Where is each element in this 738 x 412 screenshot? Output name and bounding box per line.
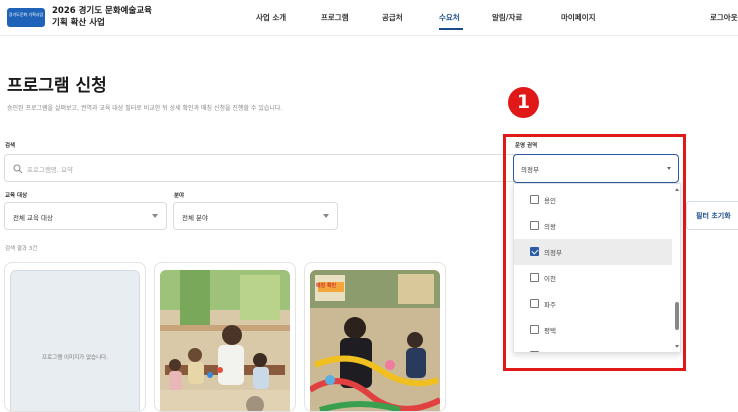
option-label: 용인 <box>544 197 556 205</box>
region-select-value: 의정부 <box>521 166 539 174</box>
result-count: 검색 결과 3건 <box>5 246 38 252</box>
option-label: 의왕 <box>544 223 556 231</box>
option-label: 이천 <box>544 275 556 283</box>
region-option-uiwang[interactable]: 의왕 <box>514 213 672 239</box>
region-dropdown[interactable]: 용인 의왕 의정부 이천 파주 평택 포천 <box>513 183 681 353</box>
top-header: 경기도문화 기획사업 2026 경기도 문화예술교육 기획 확산 사업 사업 소… <box>0 0 738 36</box>
region-option-paju[interactable]: 파주 <box>514 291 672 317</box>
checkbox[interactable] <box>530 325 539 334</box>
checkbox[interactable] <box>530 273 539 282</box>
program-card[interactable]: 프로그램 이미지가 없습니다. <box>4 262 146 412</box>
field-label: 분야 <box>174 193 185 199</box>
field-select-value: 전체 분야 <box>182 214 208 222</box>
scroll-down-arrow-icon[interactable] <box>675 345 679 348</box>
brand-title[interactable]: 2026 경기도 문화예술교육 기획 확산 사업 <box>52 5 152 29</box>
region-label: 운영 권역 <box>515 143 538 149</box>
nav-news[interactable]: 알림/자료 <box>492 12 522 23</box>
target-select-value: 전체 교육 대상 <box>13 214 54 222</box>
option-label: 의정부 <box>544 249 562 257</box>
reset-filters-button[interactable]: 필터 초기화 <box>686 201 738 230</box>
page-subtitle: 승인된 프로그램을 살펴보고, 권역과 교육 대상 필터로 비교한 뒤 상세 확… <box>7 105 283 112</box>
nav-active-indicator <box>439 28 463 30</box>
logout-link[interactable]: 로그아웃 <box>710 12 738 23</box>
checkbox-checked[interactable] <box>530 247 539 256</box>
region-option-icheon[interactable]: 이천 <box>514 265 672 291</box>
classroom-photo <box>160 270 290 411</box>
checkbox[interactable] <box>530 221 539 230</box>
target-label: 교육 대상 <box>5 193 28 199</box>
target-select[interactable]: 전체 교육 대상 <box>4 202 167 230</box>
region-option-yongin[interactable]: 용인 <box>514 187 672 213</box>
region-select[interactable]: 의정부 <box>513 154 679 183</box>
chevron-down-icon <box>152 214 158 218</box>
search-input[interactable]: 프로그램명, 요약 <box>4 154 524 182</box>
search-placeholder: 프로그램명, 요약 <box>27 166 73 174</box>
program-image: 매칭 확인 <box>310 270 440 411</box>
field-select[interactable]: 전체 분야 <box>173 202 338 230</box>
page-title: 프로그램 신청 <box>7 76 107 96</box>
option-label: 평택 <box>544 327 556 335</box>
brand-line-1: 2026 경기도 문화예술교육 <box>52 6 152 16</box>
nav-mypage[interactable]: 마이페이지 <box>561 12 596 23</box>
checkbox[interactable] <box>530 195 539 204</box>
search-icon <box>13 164 23 174</box>
scrollbar-thumb[interactable] <box>675 302 679 330</box>
option-label: 파주 <box>544 301 556 309</box>
brand-line-2: 기획 확산 사업 <box>52 18 105 28</box>
no-image-text: 프로그램 이미지가 없습니다. <box>42 355 108 361</box>
logo-text: 경기도문화 기획사업 <box>8 12 44 17</box>
program-card[interactable] <box>154 262 296 412</box>
nav-demand[interactable]: 수요처 <box>439 12 460 23</box>
program-card[interactable]: 매칭 확인 <box>304 262 446 412</box>
reset-filters-label: 필터 초기화 <box>696 212 731 220</box>
chevron-down-icon <box>323 214 329 218</box>
dropdown-scrollbar[interactable] <box>672 184 680 352</box>
region-option-uijeongbu[interactable]: 의정부 <box>514 239 672 265</box>
nav-suppliers[interactable]: 공급처 <box>382 12 403 23</box>
checkbox[interactable] <box>530 299 539 308</box>
nav-programs[interactable]: 프로그램 <box>321 12 349 23</box>
classroom-photo <box>310 270 440 411</box>
option-label: 포천 <box>544 351 556 352</box>
region-option-pyeongtaek[interactable]: 평택 <box>514 317 672 343</box>
search-label: 검색 <box>5 143 16 149</box>
checkbox[interactable] <box>530 351 539 352</box>
chevron-down-icon <box>667 167 671 170</box>
region-option-pocheon[interactable]: 포천 <box>514 343 672 352</box>
nav-about[interactable]: 사업 소개 <box>256 12 286 23</box>
scroll-up-arrow-icon[interactable] <box>675 188 679 191</box>
step-number-badge: 1 <box>508 87 539 118</box>
card-tag: 매칭 확인 <box>316 283 337 289</box>
program-image <box>160 270 290 411</box>
site-logo[interactable]: 경기도문화 기획사업 <box>7 8 45 27</box>
program-image-placeholder: 프로그램 이미지가 없습니다. <box>10 270 140 411</box>
